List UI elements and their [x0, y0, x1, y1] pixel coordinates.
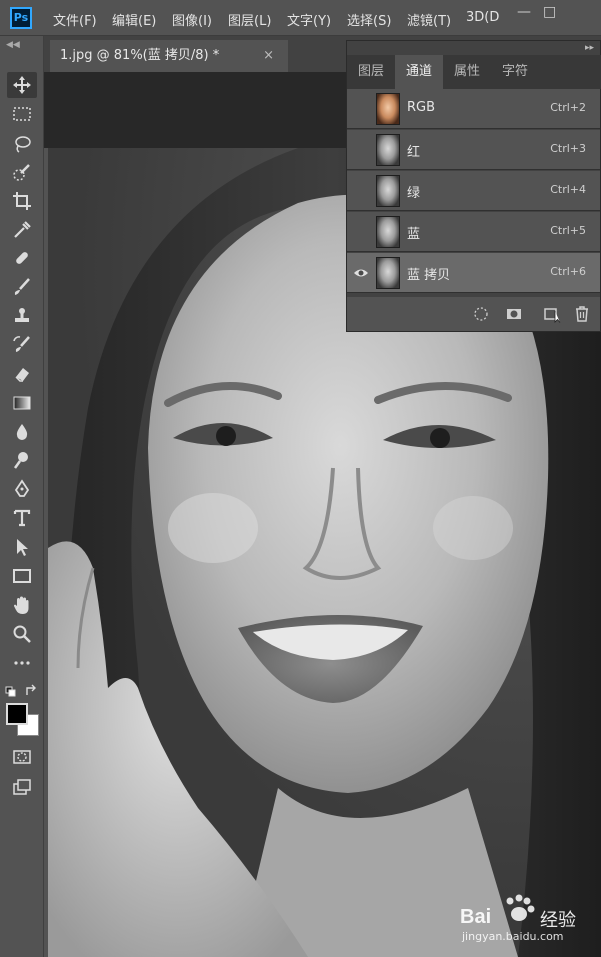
watermark-brand: Bai: [460, 906, 492, 928]
channel-shortcut: Ctrl+4: [550, 183, 586, 196]
menu-layer[interactable]: 图层(L): [228, 10, 271, 29]
history-brush-tool-icon[interactable]: [7, 332, 37, 358]
channel-thumbnail: [376, 175, 400, 207]
channel-shortcut: Ctrl+5: [550, 224, 586, 237]
lasso-tool-icon[interactable]: [7, 131, 37, 157]
visibility-toggle[interactable]: [353, 101, 369, 117]
menu-type[interactable]: 文字(Y): [287, 10, 331, 29]
marquee-tool-icon[interactable]: [7, 101, 37, 127]
tab-properties[interactable]: 属性: [443, 55, 491, 89]
eraser-tool-icon[interactable]: [7, 361, 37, 387]
gradient-tool-icon[interactable]: [7, 390, 37, 416]
menu-file[interactable]: 文件(F): [53, 10, 97, 29]
menu-select[interactable]: 选择(S): [347, 10, 391, 29]
menu-filter[interactable]: 滤镜(T): [407, 10, 451, 29]
tab-character[interactable]: 字符: [491, 55, 539, 89]
quick-select-tool-icon[interactable]: [7, 159, 37, 185]
menu-bar: Ps 文件(F) 编辑(E) 图像(I) 图层(L) 文字(Y) 选择(S) 滤…: [0, 0, 601, 36]
channel-shortcut: Ctrl+6: [550, 265, 586, 278]
swap-colors-icon[interactable]: [5, 683, 39, 697]
quick-mask-icon[interactable]: [7, 744, 37, 770]
tab-layers[interactable]: 图层: [347, 55, 395, 89]
tools-panel: ◀◀: [0, 36, 44, 957]
channel-name: 蓝 拷贝: [407, 268, 451, 283]
rectangle-tool-icon[interactable]: [7, 563, 37, 589]
type-tool-icon[interactable]: [7, 505, 37, 531]
blur-tool-icon[interactable]: [7, 419, 37, 445]
channel-row-blue[interactable]: 蓝 Ctrl+5: [347, 212, 600, 252]
channel-row-red[interactable]: 红 Ctrl+3: [347, 130, 600, 170]
visibility-toggle[interactable]: [353, 224, 369, 240]
hand-tool-icon[interactable]: [7, 592, 37, 618]
eyedropper-tool-icon[interactable]: [7, 217, 37, 243]
photoshop-logo: Ps: [10, 7, 32, 29]
eye-icon[interactable]: [353, 265, 369, 281]
zoom-tool-icon[interactable]: [7, 621, 37, 647]
channel-row-green[interactable]: 绿 Ctrl+4: [347, 171, 600, 211]
menu-edit[interactable]: 编辑(E): [112, 10, 156, 29]
watermark-brand-suffix: 经验: [540, 910, 576, 931]
panel-footer: [347, 297, 600, 331]
menu-3d[interactable]: 3D(D: [466, 10, 499, 25]
load-selection-icon[interactable]: [472, 305, 490, 323]
stamp-tool-icon[interactable]: [7, 303, 37, 329]
pen-tool-icon[interactable]: [7, 476, 37, 502]
channel-shortcut: Ctrl+2: [550, 101, 586, 114]
foreground-color-swatch[interactable]: [6, 703, 28, 725]
channel-thumbnail: [376, 93, 400, 125]
channel-thumbnail: [376, 134, 400, 166]
delete-channel-icon[interactable]: [573, 305, 591, 323]
healing-brush-tool-icon[interactable]: [7, 245, 37, 271]
tab-channels[interactable]: 通道: [395, 55, 443, 89]
save-selection-icon[interactable]: [505, 305, 523, 323]
watermark-url: jingyan.baidu.com: [462, 930, 564, 943]
visibility-toggle[interactable]: [353, 183, 369, 199]
channel-name: 绿: [407, 186, 421, 201]
document-tab[interactable]: 1.jpg @ 81%(蓝 拷贝/8) * ×: [50, 40, 288, 72]
channel-row-blue-copy[interactable]: 蓝 拷贝 Ctrl+6: [347, 253, 600, 293]
toolbar-collapse-icon[interactable]: ◀◀: [6, 40, 20, 50]
more-tools-icon[interactable]: [7, 650, 37, 676]
panel-tab-bar: 图层 通道 属性 字符: [347, 55, 601, 89]
channel-thumbnail: [376, 216, 400, 248]
move-tool-icon[interactable]: [7, 72, 37, 98]
crop-tool-icon[interactable]: [7, 188, 37, 214]
baidu-jingyan-watermark: Bai 经验 jingyan.baidu.com: [458, 892, 598, 948]
maximize-button[interactable]: □: [543, 4, 556, 20]
visibility-toggle[interactable]: [353, 142, 369, 158]
new-channel-icon[interactable]: [543, 305, 561, 323]
channel-name: 红: [407, 145, 421, 160]
brush-tool-icon[interactable]: [7, 274, 37, 300]
minimize-button[interactable]: —: [517, 4, 531, 20]
path-select-tool-icon[interactable]: [7, 534, 37, 560]
close-document-icon[interactable]: ×: [263, 40, 274, 72]
channel-name: RGB: [407, 100, 436, 115]
channels-panel: ▸▸ 图层 通道 属性 字符 RGB Ctrl+2 红 Ctrl+3 绿 Ctr…: [346, 40, 601, 332]
screen-mode-icon[interactable]: [7, 774, 37, 800]
dodge-tool-icon[interactable]: [7, 447, 37, 473]
channel-name: 蓝: [407, 227, 421, 242]
channel-row-rgb[interactable]: RGB Ctrl+2: [347, 89, 600, 129]
document-tab-title: 1.jpg @ 81%(蓝 拷贝/8) *: [60, 48, 220, 63]
channel-shortcut: Ctrl+3: [550, 142, 586, 155]
menu-image[interactable]: 图像(I): [172, 10, 212, 29]
panel-collapse-icon[interactable]: ▸▸: [585, 43, 594, 53]
channel-thumbnail: [376, 257, 400, 289]
